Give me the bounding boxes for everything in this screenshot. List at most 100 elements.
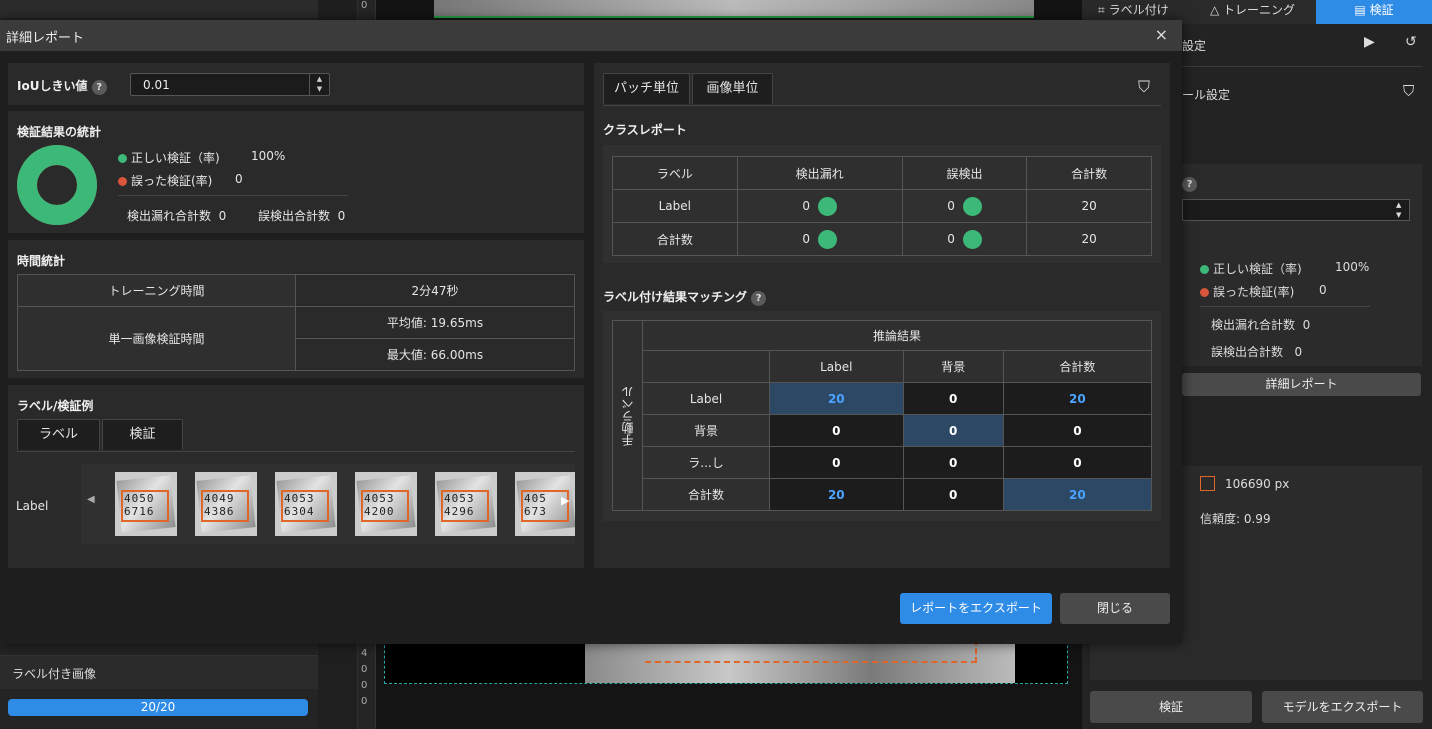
thumbnail-line: 4053 <box>444 492 475 505</box>
matrix-cell: 20 <box>769 478 904 511</box>
col-total: 合計数 <box>1026 156 1152 190</box>
iou-value: 0.01 <box>143 78 170 92</box>
matrix-row-label: 背景 <box>642 414 770 447</box>
verify-button[interactable]: 検証 <box>1090 691 1252 723</box>
play-icon[interactable]: ▶ <box>1364 34 1375 50</box>
matching-box: 手動ラベル 推論結果 Label 背景 合計数 Label 20 0 20 背景 <box>603 311 1161 521</box>
help-icon[interactable]: ? <box>91 80 107 95</box>
dialog-title: 詳細レポート <box>6 31 85 46</box>
tab-training-text: トレーニング <box>1223 3 1296 17</box>
time-panel: 時間統計 トレーニング時間 2分47秒 単一画像検証時間 平均値: 19.65m… <box>8 240 584 378</box>
class-report-title: クラスレポート <box>603 123 687 137</box>
wrong-value: 0 <box>235 172 243 186</box>
filter-icon[interactable]: ⛉ <box>1138 77 1150 97</box>
labeled-images-section[interactable]: ラベル付き画像 <box>0 655 318 689</box>
tab-training[interactable]: △ トレーニング <box>1210 0 1295 24</box>
false-cell: 0 <box>901 189 1028 223</box>
table-row: Label 0 0 20 <box>612 189 1152 223</box>
export-report-button[interactable]: レポートをエクスポート <box>900 593 1052 624</box>
iou-threshold-input[interactable]: 0.01 ▲ ▼ <box>130 73 330 96</box>
matching-title: ラベル付け結果マッチング ? <box>603 288 767 306</box>
stats-title: 検証結果の統計 <box>17 125 102 139</box>
close-icon[interactable]: × <box>1155 25 1168 44</box>
matrix-cell: 0 <box>902 478 1004 511</box>
report-right-panel: パッチ単位 画像単位 ⛉ クラスレポート ラベル 検出漏れ 誤検出 合計数 La… <box>594 63 1170 568</box>
time-title: 時間統計 <box>17 254 66 268</box>
ruler-digit: 0 <box>361 0 368 11</box>
rp-missed-total: 検出漏れ合計数 0 <box>1211 316 1310 333</box>
divider <box>17 451 575 452</box>
canvas-image-top <box>434 0 1034 18</box>
ruler-digit: 0 <box>361 680 368 691</box>
stats-panel: 検証結果の統計 正しい検証（率) 100% 誤った検証(率) 0 検出漏れ合計数… <box>8 111 584 233</box>
detail-report-button[interactable]: 詳細レポート <box>1182 373 1421 396</box>
status-dot-icon <box>962 196 982 216</box>
col-label: ラベル <box>612 156 738 190</box>
labeled-progress-bar: 20/20 <box>8 699 308 716</box>
help-icon[interactable]: ? <box>751 291 767 306</box>
examples-title: ラベル/検証例 <box>17 399 94 413</box>
history-icon[interactable]: ↺ <box>1405 34 1417 50</box>
matrix-col-label: Label <box>769 350 904 383</box>
dialog-titlebar: 詳細レポート × <box>0 20 1182 51</box>
tab-verify[interactable]: ▤ 検証 <box>1316 0 1432 24</box>
tab-label[interactable]: ラベル <box>17 419 100 450</box>
thumbnail-image[interactable]: 4050 6716 <box>115 472 177 536</box>
box-color-icon <box>1200 476 1215 491</box>
status-dot-icon <box>817 196 837 216</box>
status-dot-icon <box>962 229 982 249</box>
close-button[interactable]: 閉じる <box>1060 593 1170 624</box>
wrong-dot-icon <box>1200 288 1209 297</box>
matrix-corner <box>642 350 770 383</box>
matrix-cell: 0 <box>902 446 1004 479</box>
missed-total: 検出漏れ合計数 0 <box>127 207 226 224</box>
training-icon: △ <box>1210 3 1224 17</box>
result-donut-chart <box>17 145 97 225</box>
rp-missed-value: 0 <box>1302 318 1311 332</box>
thumbnail-image[interactable]: 4053 4296 <box>435 472 497 536</box>
tab-verify-text: 検証 <box>1369 3 1394 17</box>
inference-header: 推論結果 <box>642 320 1152 351</box>
total-cell: 20 <box>1026 189 1152 223</box>
missed-cell: 0 <box>736 222 903 256</box>
thumbnail-image[interactable]: 4053 4200 <box>355 472 417 536</box>
missed-cell: 0 <box>736 189 903 223</box>
thumbnail-image[interactable]: 4053 6304 <box>275 472 337 536</box>
single-image-time-label: 単一画像検証時間 <box>17 306 296 371</box>
filter-icon[interactable]: ⛉ <box>1403 82 1414 100</box>
row-label: Label <box>612 189 738 223</box>
matrix-row-label: Label <box>642 382 770 415</box>
tab-image-unit[interactable]: 画像単位 <box>692 73 773 104</box>
wrong-row: 誤った検証(率) <box>118 172 212 189</box>
thumbnail-image[interactable]: 4049 4386 <box>195 472 257 536</box>
left-topbar <box>0 0 318 18</box>
ruler-digit: 0 <box>361 664 368 675</box>
rp-iou-input[interactable] <box>1182 199 1410 221</box>
next-arrow-icon[interactable]: ▶ <box>561 494 569 507</box>
labeled-images-label: ラベル付き画像 <box>12 667 97 681</box>
thumbnail-line: 4049 <box>204 492 235 505</box>
thumbnail-line: 4200 <box>364 505 395 518</box>
wrong-label: 誤った検証(率) <box>131 174 213 188</box>
tab-patch-unit[interactable]: パッチ単位 <box>603 73 690 104</box>
label-tool-icon: ⌗ <box>1098 3 1109 17</box>
spinner-arrows-icon[interactable]: ▲ ▼ <box>309 74 329 95</box>
false-cell: 0 <box>901 222 1028 256</box>
spinner-arrows-icon[interactable]: ▲ ▼ <box>1396 200 1401 220</box>
rp-wrong-row: 誤った検証(率) <box>1200 283 1294 300</box>
thumbnail-strip: ◀ 4050 6716 4049 4386 4053 6304 4053 4200 4053 42… <box>81 464 575 544</box>
thumbnail-digits: 4050 6716 <box>124 492 168 518</box>
thumbnail-line: 4386 <box>204 505 235 518</box>
thumbnail-digits: 4049 4386 <box>204 492 248 518</box>
tab-verify[interactable]: 検証 <box>102 419 183 450</box>
false-total: 誤検出合計数 0 <box>258 207 345 224</box>
matrix-cell: 20 <box>1002 382 1153 415</box>
status-dot-icon <box>817 229 837 249</box>
rp-correct-row: 正しい検証（率) <box>1200 260 1302 277</box>
table-row: 合計数 0 0 20 <box>612 222 1152 256</box>
row-label: 合計数 <box>612 222 738 256</box>
false-total-label: 誤検出合計数 <box>258 209 331 223</box>
prev-arrow-icon[interactable]: ◀ <box>87 494 95 505</box>
export-model-button[interactable]: モデルをエクスポート <box>1262 691 1423 723</box>
help-icon[interactable]: ? <box>1182 176 1197 192</box>
